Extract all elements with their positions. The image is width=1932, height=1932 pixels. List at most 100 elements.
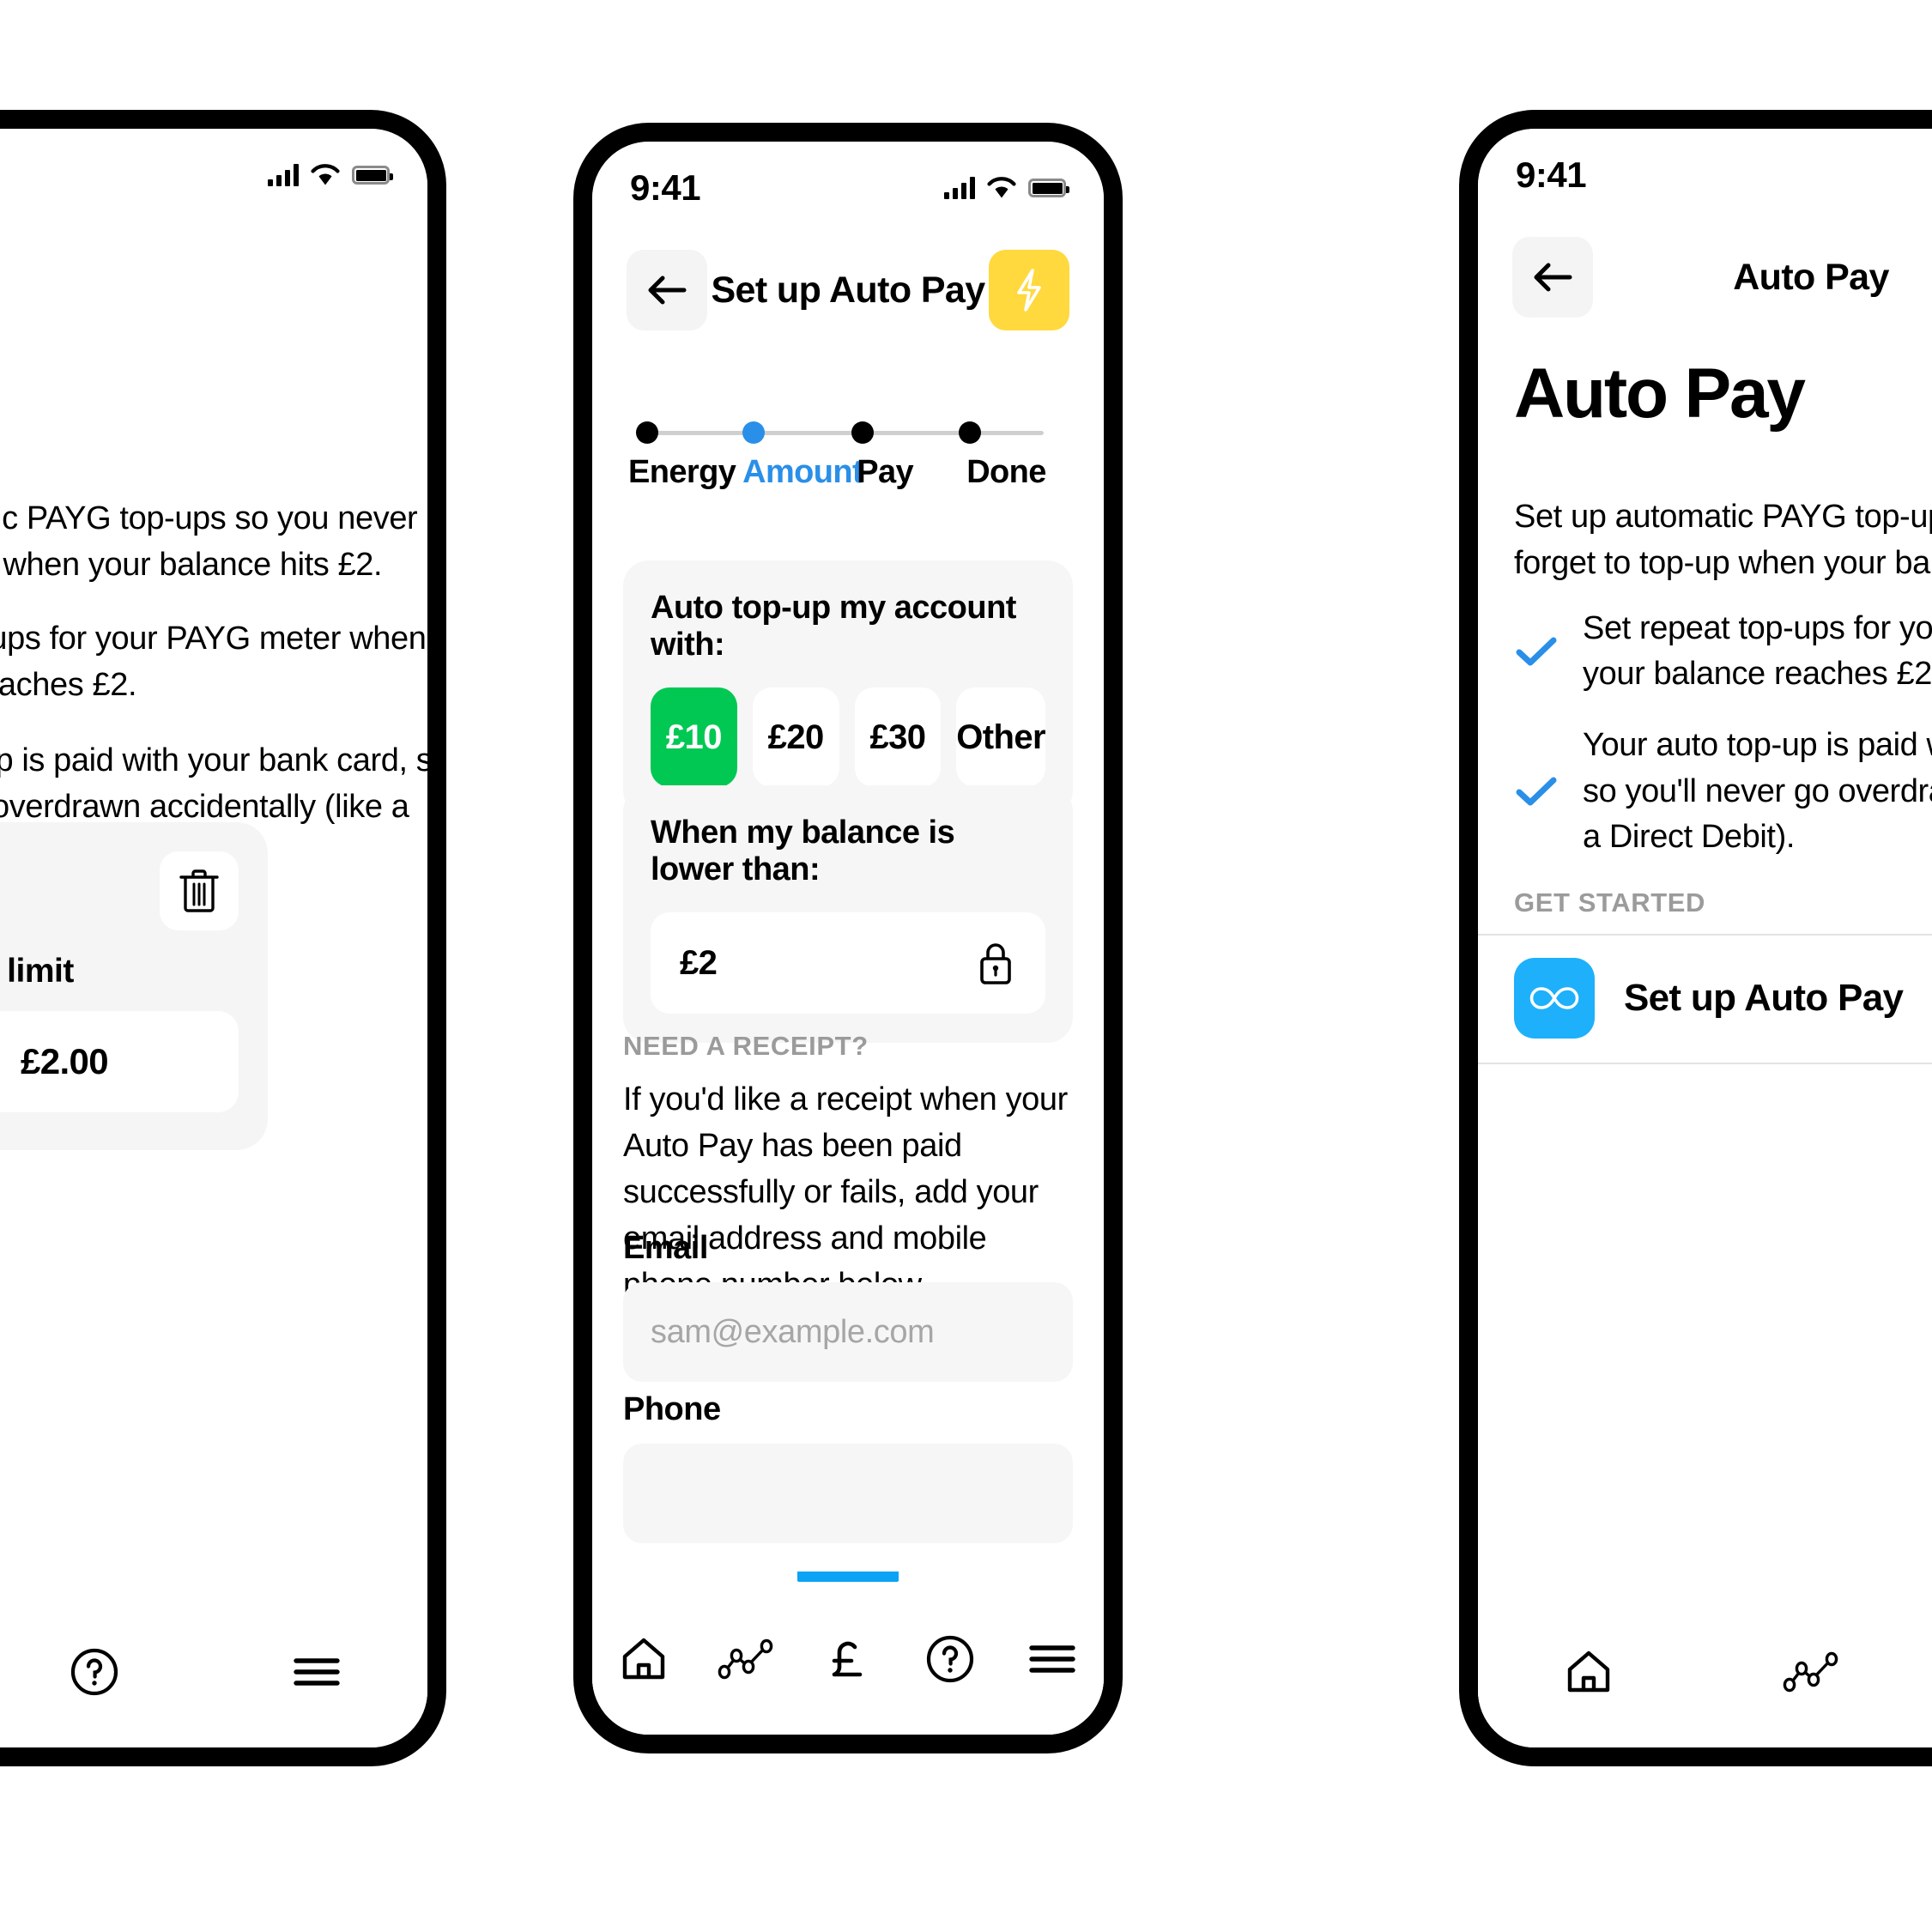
usage-graph-icon bbox=[718, 1638, 774, 1681]
benefit-text: Set repeat top-ups for your PAYG meter w… bbox=[1583, 610, 1932, 693]
wifi-icon bbox=[311, 164, 340, 186]
left-tab-bar bbox=[0, 1584, 427, 1747]
amount-option-30[interactable]: £30 bbox=[854, 687, 942, 787]
benefit-item: Your auto top-up is paid with your bank … bbox=[1514, 723, 1932, 860]
arrow-left-icon bbox=[1530, 259, 1575, 295]
left-status-bar bbox=[0, 129, 427, 221]
receipt-eyebrow: NEED A RECEIPT? bbox=[623, 1031, 869, 1061]
step-label-pay[interactable]: Pay bbox=[857, 454, 966, 491]
battery-icon bbox=[1028, 179, 1069, 197]
step-dot-pay[interactable] bbox=[851, 421, 875, 444]
step-dot-amount[interactable] bbox=[742, 421, 766, 444]
right-status-time: 9:41 bbox=[1516, 154, 1587, 195]
phone-input[interactable] bbox=[623, 1444, 1073, 1543]
check-icon bbox=[1514, 633, 1559, 669]
tab-home[interactable] bbox=[1478, 1584, 1700, 1747]
tab-menu[interactable] bbox=[1002, 1572, 1104, 1735]
home-icon bbox=[1564, 1647, 1614, 1697]
stepper-line bbox=[652, 431, 1044, 435]
middle-content: Energy Amount Pay Done Auto top-up my ac… bbox=[592, 346, 1104, 1735]
middle-page-title: Set up Auto Pay bbox=[711, 269, 985, 311]
question-circle-icon bbox=[924, 1632, 977, 1686]
list-item-label: Set up Auto Pay bbox=[1624, 977, 1904, 1019]
phone-label: Phone bbox=[623, 1391, 721, 1427]
email-input[interactable]: sam@example.com bbox=[623, 1282, 1073, 1382]
pound-icon bbox=[824, 1632, 872, 1686]
left-intro-text: Set up automatic PAYG top-ups so you nev… bbox=[0, 500, 418, 583]
phone-middle: 9:41 Set up Auto Pay Energy Amount Pay D… bbox=[573, 123, 1123, 1753]
divider-bottom bbox=[1478, 1063, 1932, 1064]
left-screen: Auto Pay Set up automatic PAYG top-ups s… bbox=[0, 129, 427, 1747]
benefit-item: Set repeat top-ups for your PAYG meter w… bbox=[1514, 606, 1932, 697]
home-icon bbox=[619, 1634, 669, 1684]
left-credit-value[interactable]: £2.00 bbox=[0, 1011, 239, 1112]
step-dot-done[interactable] bbox=[958, 421, 981, 444]
benefit-text: Your auto top-up is paid with your bank … bbox=[1583, 727, 1932, 855]
email-label: Email bbox=[623, 1230, 708, 1266]
tab-help[interactable] bbox=[0, 1584, 205, 1747]
usage-graph-icon bbox=[1783, 1650, 1839, 1693]
amount-option-other[interactable]: Other bbox=[956, 687, 1046, 787]
threshold-panel-title: When my balance is lower than: bbox=[651, 815, 955, 887]
middle-screen: 9:41 Set up Auto Pay Energy Amount Pay D… bbox=[592, 142, 1104, 1735]
delete-button[interactable] bbox=[160, 851, 239, 930]
question-circle-icon bbox=[68, 1645, 121, 1699]
tab-payments[interactable] bbox=[796, 1572, 899, 1735]
right-heading: Auto Pay bbox=[1514, 354, 1806, 433]
tab-menu[interactable] bbox=[205, 1584, 427, 1747]
left-credit-row: £2.00 bbox=[0, 1011, 239, 1112]
step-dot-energy[interactable] bbox=[635, 421, 658, 444]
phone-field-group: Phone bbox=[623, 1391, 1073, 1543]
amount-panel-title: Auto top-up my account with: bbox=[651, 590, 1016, 663]
right-benefits-list: Set repeat top-ups for your PAYG meter w… bbox=[1514, 606, 1932, 886]
list-item-set-up-auto-pay[interactable]: Set up Auto Pay bbox=[1514, 934, 1932, 1063]
back-button[interactable] bbox=[1512, 237, 1593, 318]
tab-help[interactable] bbox=[899, 1572, 1002, 1735]
active-tab-indicator bbox=[797, 1572, 899, 1582]
right-status-bar: 9:41 bbox=[1478, 129, 1932, 221]
email-field-group: Email sam@example.com bbox=[623, 1230, 1073, 1382]
right-intro-text: Set up automatic PAYG top-ups so you nev… bbox=[1514, 499, 1932, 581]
middle-navbar: Set up Auto Pay bbox=[592, 234, 1104, 346]
right-screen: 9:41 Auto Pay Auto Pay Set up automatic … bbox=[1478, 129, 1932, 1747]
setup-stepper: Energy Amount Pay Done bbox=[627, 421, 1069, 516]
left-status-icons bbox=[268, 164, 393, 186]
tab-home[interactable] bbox=[592, 1572, 694, 1735]
hamburger-icon bbox=[1027, 1640, 1077, 1678]
amount-option-10[interactable]: £10 bbox=[651, 687, 737, 787]
right-page-title: Auto Pay bbox=[1733, 256, 1889, 298]
amount-option-20[interactable]: £20 bbox=[752, 687, 839, 787]
trash-icon bbox=[178, 868, 221, 914]
left-navbar: Auto Pay bbox=[0, 221, 427, 333]
get-started-header: GET STARTED bbox=[1514, 887, 1706, 918]
arrow-left-icon bbox=[645, 272, 689, 308]
amount-options: £10 £20 £30 Other bbox=[651, 687, 1046, 787]
stepper-labels: Energy Amount Pay Done bbox=[627, 454, 1069, 491]
step-label-done[interactable]: Done bbox=[966, 454, 1068, 491]
tab-usage[interactable] bbox=[694, 1572, 796, 1735]
boost-button[interactable] bbox=[989, 250, 1069, 330]
infinity-icon bbox=[1514, 958, 1595, 1039]
check-icon bbox=[1514, 773, 1559, 809]
middle-status-bar: 9:41 bbox=[592, 142, 1104, 234]
threshold-panel: When my balance is lower than: £2 bbox=[623, 785, 1073, 1043]
middle-tab-bar bbox=[592, 1572, 1104, 1735]
lock-icon bbox=[975, 938, 1016, 988]
phone-right: 9:41 Auto Pay Auto Pay Set up automatic … bbox=[1459, 110, 1932, 1766]
left-credit-card: Credit limit £2.00 bbox=[0, 822, 268, 1150]
step-label-energy[interactable]: Energy bbox=[628, 454, 742, 491]
tab-usage[interactable] bbox=[1700, 1584, 1923, 1747]
left-bullet-item: Set repeat top-ups for your PAYG meter w… bbox=[0, 621, 427, 703]
signal-icon bbox=[944, 177, 975, 199]
back-button[interactable] bbox=[627, 250, 707, 330]
tab-payments[interactable] bbox=[1922, 1584, 1932, 1747]
right-navbar: Auto Pay bbox=[1478, 221, 1932, 333]
threshold-value-field[interactable]: £2 bbox=[651, 912, 1045, 1014]
battery-icon bbox=[352, 166, 393, 185]
middle-status-time: 9:41 bbox=[630, 167, 701, 208]
signal-icon bbox=[268, 164, 299, 186]
wifi-icon bbox=[987, 177, 1016, 199]
step-label-amount[interactable]: Amount bbox=[742, 454, 863, 491]
amount-panel: Auto top-up my account with: £10 £20 £30… bbox=[623, 560, 1073, 816]
threshold-value: £2 bbox=[680, 943, 718, 982]
